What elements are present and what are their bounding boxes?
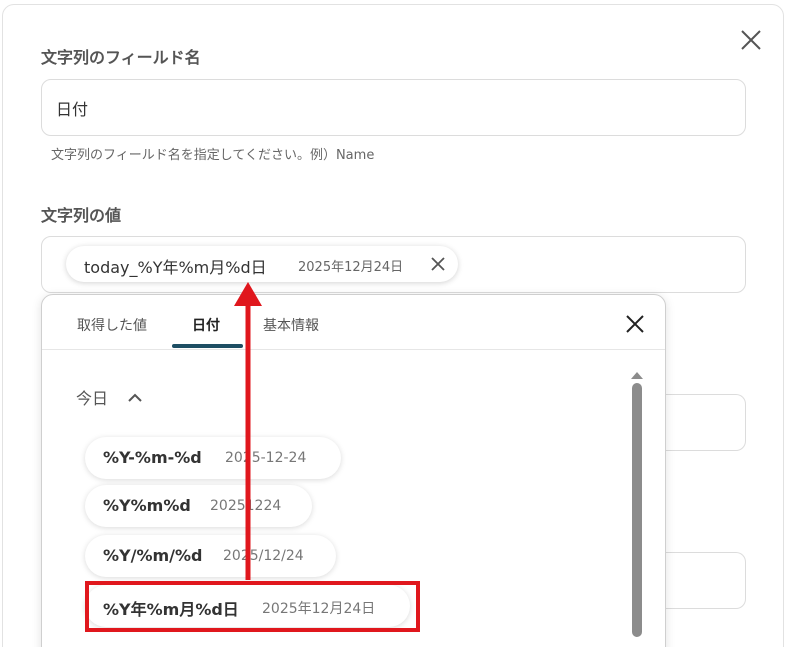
format-option[interactable]: %Y-%m-%d 2025-12-24 xyxy=(85,437,341,479)
chevron-up-icon[interactable] xyxy=(127,389,143,403)
tab-date[interactable]: 日付 xyxy=(192,315,220,335)
tab-basic-info[interactable]: 基本情報 xyxy=(263,315,319,335)
close-icon[interactable] xyxy=(430,256,446,272)
format-option-preview: 2025-12-24 xyxy=(225,450,307,466)
format-option[interactable]: %Y%m%d 20251224 xyxy=(85,485,312,527)
field-name-hint: 文字列のフィールド名を指定してください。例）Name xyxy=(51,148,375,163)
value-chip[interactable]: today_%Y年%m月%d日 2025年12月24日 xyxy=(66,246,458,282)
background-input[interactable] xyxy=(660,552,746,609)
highlight-annotation xyxy=(85,581,420,632)
field-name-value: 日付 xyxy=(56,100,89,119)
tab-bar: 取得した値 日付 基本情報 xyxy=(42,295,665,350)
format-option-preview: 2025/12/24 xyxy=(223,548,304,564)
background-input[interactable] xyxy=(660,394,746,451)
value-label: 文字列の値 xyxy=(41,206,122,225)
section-title-today: 今日 xyxy=(76,389,109,408)
triangle-up-icon[interactable] xyxy=(630,365,644,379)
field-name-label: 文字列のフィールド名 xyxy=(41,48,201,67)
format-option-label: %Y/%m/%d xyxy=(103,546,203,565)
format-option-preview: 20251224 xyxy=(210,498,282,514)
format-option-label: %Y%m%d xyxy=(103,496,191,515)
format-option-label: %Y-%m-%d xyxy=(103,448,202,467)
tab-fetched-values[interactable]: 取得した値 xyxy=(77,315,147,335)
field-name-input[interactable]: 日付 xyxy=(41,79,746,136)
format-option[interactable]: %Y/%m/%d 2025/12/24 xyxy=(85,535,336,577)
active-tab-indicator xyxy=(172,344,243,348)
chip-preview: 2025年12月24日 xyxy=(298,260,404,275)
close-icon[interactable] xyxy=(739,28,763,52)
scrollbar-thumb[interactable] xyxy=(632,383,642,637)
chip-label: today_%Y年%m月%d日 xyxy=(84,258,267,277)
close-icon[interactable] xyxy=(624,313,646,335)
